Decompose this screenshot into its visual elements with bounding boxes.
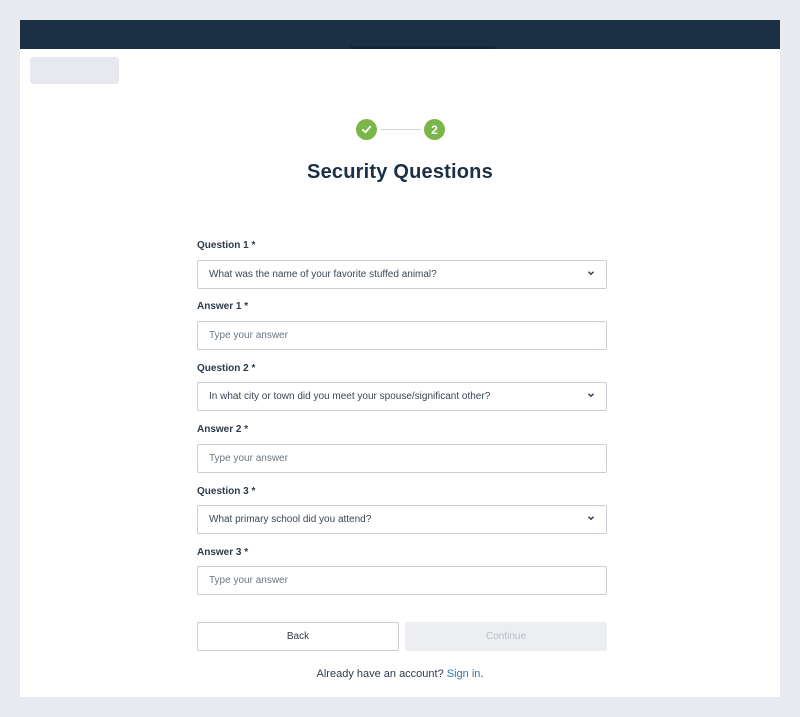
question-1-label: Question 1 * bbox=[197, 240, 256, 251]
logo-placeholder bbox=[30, 57, 119, 84]
question-3-value: What primary school did you attend? bbox=[209, 514, 372, 525]
answer-3-input[interactable]: Type your answer bbox=[197, 566, 607, 595]
step-1-completed bbox=[356, 119, 377, 140]
answer-3-label: Answer 3 * bbox=[197, 547, 249, 558]
page-frame: 2 Security Questions Question 1 * What w… bbox=[20, 20, 780, 697]
check-icon bbox=[361, 125, 372, 134]
back-button[interactable]: Back bbox=[197, 622, 399, 651]
question-1-select[interactable]: What was the name of your favorite stuff… bbox=[197, 260, 607, 289]
chevron-down-icon bbox=[588, 393, 594, 398]
answer-1-input[interactable]: Type your answer bbox=[197, 321, 607, 350]
answer-1-placeholder: Type your answer bbox=[209, 330, 288, 341]
continue-button[interactable]: Continue bbox=[405, 622, 607, 651]
answer-1-label: Answer 1 * bbox=[197, 301, 249, 312]
question-3-label: Question 3 * bbox=[197, 486, 256, 497]
question-1-value: What was the name of your favorite stuff… bbox=[209, 269, 437, 280]
question-2-select[interactable]: In what city or town did you meet your s… bbox=[197, 382, 607, 411]
answer-2-placeholder: Type your answer bbox=[209, 453, 288, 464]
sign-in-link[interactable]: Sign in bbox=[447, 668, 481, 680]
step-2-current: 2 bbox=[424, 119, 445, 140]
footer-period: . bbox=[480, 668, 484, 680]
chevron-down-icon bbox=[588, 516, 594, 521]
account-prompt-text: Already have an account? bbox=[316, 668, 444, 680]
top-navigation-bar bbox=[20, 20, 780, 49]
progress-stepper: 2 bbox=[356, 119, 448, 141]
answer-2-input[interactable]: Type your answer bbox=[197, 444, 607, 473]
question-2-value: In what city or town did you meet your s… bbox=[209, 391, 491, 402]
sign-in-prompt: Already have an account? Sign in. bbox=[20, 668, 780, 680]
chevron-down-icon bbox=[588, 271, 594, 276]
page-title: Security Questions bbox=[307, 161, 493, 183]
answer-2-label: Answer 2 * bbox=[197, 424, 249, 435]
step-connector bbox=[381, 129, 421, 130]
question-3-select[interactable]: What primary school did you attend? bbox=[197, 505, 607, 534]
topbar-accent bbox=[350, 46, 496, 49]
answer-3-placeholder: Type your answer bbox=[209, 575, 288, 586]
question-2-label: Question 2 * bbox=[197, 363, 256, 374]
